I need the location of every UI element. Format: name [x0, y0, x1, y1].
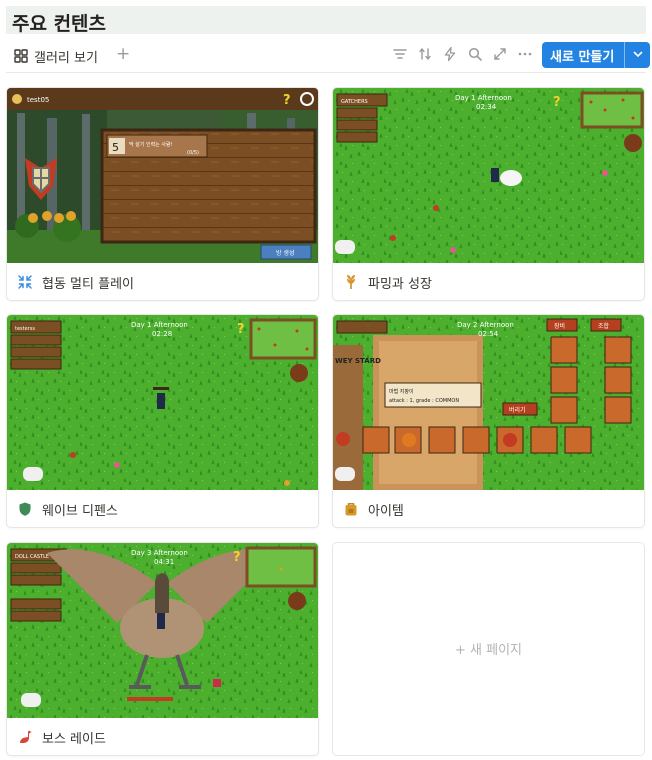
- bird-icon: [20, 730, 32, 743]
- filter-icon[interactable]: [392, 46, 408, 62]
- card-cover-image: 5 막 살기 인력는 사람! (0/5) 방 생성 test05 ?: [7, 88, 318, 263]
- card-title: 아이템: [368, 503, 404, 519]
- automation-icon[interactable]: [442, 46, 458, 62]
- game-player-tag: testerss: [15, 326, 35, 332]
- svg-text:?: ?: [233, 550, 241, 565]
- svg-text:?: ?: [283, 93, 291, 108]
- search-icon[interactable]: [467, 46, 483, 62]
- card-title: 웨이브 디펜스: [42, 503, 118, 519]
- add-view-button[interactable]: +: [116, 45, 130, 63]
- database-title-bar: 주요 컨텐츠: [6, 6, 646, 35]
- shield-icon: [19, 502, 31, 516]
- item-discard-button: 버리기: [509, 406, 526, 414]
- new-page-card[interactable]: + 새 페이지: [332, 542, 645, 756]
- gallery-card[interactable]: WEY STARD Day 2 Afternoon 02:54 장비 조합 마법…: [332, 314, 645, 528]
- card-caption: 파밍과 성장: [343, 272, 432, 292]
- button-separator: [624, 42, 625, 68]
- lobby-room-number: 5: [112, 141, 119, 154]
- shop-sign: WEY STARD: [335, 357, 381, 365]
- game-time-label: 02:34: [476, 103, 497, 111]
- game-time-label: 02:28: [152, 330, 172, 338]
- inventory-equip-tab: 장비: [554, 322, 565, 330]
- card-caption: 아이템: [343, 499, 404, 519]
- card-cover-image: WEY STARD Day 2 Afternoon 02:54 장비 조합 마법…: [333, 315, 644, 490]
- lobby-create-room-button: 방 생성: [276, 249, 294, 257]
- game-day-label: Day 1 Afternoon: [455, 94, 512, 102]
- game-time-label: 02:54: [478, 330, 499, 338]
- card-caption: 협동 멀티 플레이: [17, 272, 134, 292]
- new-page-button[interactable]: 새로 만들기: [542, 42, 650, 68]
- backpack-icon: [345, 503, 357, 516]
- game-day-label: Day 3 Afternoon: [131, 549, 188, 557]
- page-title: 주요 컨텐츠: [12, 13, 107, 35]
- lobby-room-count: (0/5): [187, 150, 199, 156]
- expand-icon[interactable]: [492, 46, 508, 62]
- card-cover-image: DOLL CASTLE Day 3 Afternoon 04:31 ?: [7, 543, 318, 718]
- inventory-combine-tab: 조합: [598, 322, 610, 330]
- gallery-view-label: 갤러리 보기: [34, 50, 98, 66]
- sort-icon[interactable]: [417, 46, 433, 62]
- svg-text:?: ?: [237, 322, 245, 337]
- lobby-room-title: 막 살기 인력는 사람!: [129, 141, 173, 148]
- item-tooltip-name: 마법 지팡이: [389, 388, 414, 395]
- card-caption: 웨이브 디펜스: [17, 499, 118, 519]
- gallery-card[interactable]: testerss Day 1 Afternoon 02:28 ? 웨이브 디펜스: [6, 314, 319, 528]
- item-tooltip-stats: attack : 1, grade : COMMON: [389, 398, 459, 404]
- card-title: 협동 멀티 플레이: [42, 276, 134, 292]
- gallery-card[interactable]: 5 막 살기 인력는 사람! (0/5) 방 생성 test05 ? 협동 멀티…: [6, 87, 319, 301]
- game-time-label: 04:31: [154, 558, 174, 566]
- database-toolbar: 갤러리 보기 + 새로 만들기: [6, 40, 650, 70]
- game-player-tag: GATCHERS: [341, 99, 368, 105]
- gallery-card[interactable]: GATCHERS Day 1 Afternoon 02:34 ? 파밍과 성장: [332, 87, 645, 301]
- toolbar-divider: [6, 72, 646, 73]
- gallery-view-tab[interactable]: 갤러리 보기: [14, 46, 98, 66]
- card-cover-image: testerss Day 1 Afternoon 02:28 ?: [7, 315, 318, 490]
- new-button-label: 새로 만들기: [550, 50, 615, 65]
- game-day-label: Day 2 Afternoon: [457, 321, 514, 329]
- lobby-player-name: test05: [27, 96, 49, 104]
- game-day-label: Day 1 Afternoon: [131, 321, 188, 329]
- card-title: 파밍과 성장: [368, 276, 432, 292]
- wheat-icon: [347, 275, 355, 289]
- game-player-tag: DOLL CASTLE: [15, 554, 49, 560]
- gallery-card[interactable]: DOLL CASTLE Day 3 Afternoon 04:31 ? 보스 레…: [6, 542, 319, 756]
- card-cover-image: GATCHERS Day 1 Afternoon 02:34 ?: [333, 88, 644, 263]
- card-title: 보스 레이드: [42, 731, 106, 747]
- svg-text:?: ?: [553, 95, 561, 110]
- gallery-grid-icon: [14, 49, 28, 63]
- new-page-label: + 새 페이지: [455, 643, 522, 658]
- card-caption: 보스 레이드: [17, 727, 106, 747]
- more-icon[interactable]: [517, 46, 533, 62]
- chevron-down-icon[interactable]: [631, 47, 645, 61]
- collapse-arrows-icon: [18, 275, 32, 289]
